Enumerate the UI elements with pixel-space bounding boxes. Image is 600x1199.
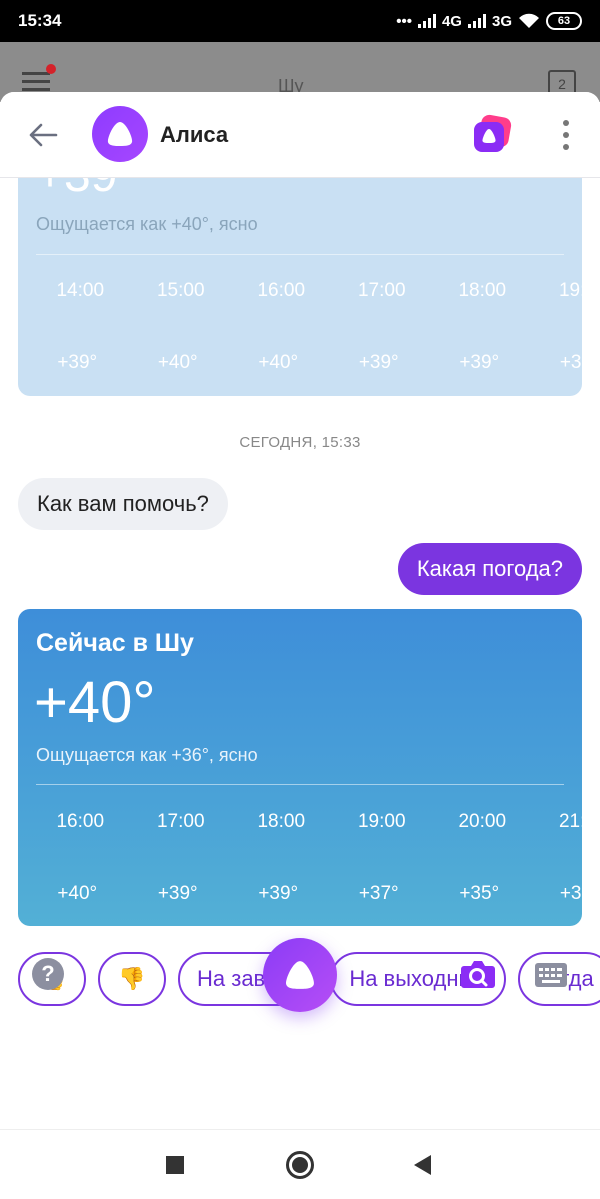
network-4g-label: 4G [441,12,462,30]
user-message-bubble: Какая погода? [397,543,582,595]
card-divider [36,784,564,785]
thumbs-down-icon: 👎 [118,966,146,991]
status-icons: ••• 4G 3G 63 [396,12,582,30]
hour-temp: +35° [559,883,582,904]
temps-row: +40° +39° +39° +37° +35° +35° [27,883,582,905]
status-time: 15:34 [18,11,62,30]
hour-temp: +40° [57,883,98,904]
status-bar: 15:34 ••• 4G 3G 63 [0,0,600,42]
hour-temp: +39° [57,352,98,373]
camera-search-icon[interactable] [460,958,496,990]
wifi-icon [519,13,539,28]
hours-row: 16:00 17:00 18:00 19:00 20:00 21:00 [30,811,582,833]
hour-label: 17:00 [156,811,205,832]
assistant-message-bubble: Как вам помочь? [18,478,228,530]
hour-temp: +39° [358,352,399,373]
hour-temp: +40° [157,352,198,373]
chat-header: Алиса [0,92,600,178]
previous-hours-row: 14:00 15:00 16:00 17:00 18:00 19:00 [30,280,582,302]
signal-icon [417,14,436,28]
date-separator: СЕГОДНЯ, 15:33 [239,434,361,451]
hour-label: 17:00 [357,280,406,301]
hour-temp: +39° [459,352,500,373]
alice-sheet: Алиса +39° Ощущается как +40°, ясно 14:0… [0,92,600,1129]
signal-icon-2 [467,14,486,28]
back-arrow-icon[interactable] [26,118,60,152]
network-3g-label: 3G [491,12,512,30]
hour-label: 16:00 [257,280,306,301]
alice-avatar [92,106,148,162]
weather-card[interactable]: Сейчас в Шу +40° Ощущается как +36°, ясн… [18,609,582,926]
more-options-icon[interactable] [556,120,576,150]
hour-temp: +39° [559,352,582,373]
back-button[interactable] [414,1155,431,1175]
home-button[interactable] [286,1151,314,1179]
alice-logo-icon [107,122,133,146]
hour-label: 20:00 [458,811,507,832]
help-icon[interactable]: ? [32,958,64,990]
notification-dot [46,64,56,74]
hour-label: 14:00 [56,280,105,301]
hour-label: 19:00 [558,280,582,301]
hour-label: 19:00 [357,811,406,832]
hour-label: 18:00 [458,280,507,301]
weather-location: Сейчас в Шу [36,629,194,657]
previous-feels-like: Ощущается как +40°, ясно [36,214,258,234]
hour-label: 16:00 [56,811,105,832]
hour-temp: +35° [459,883,500,904]
thumbs-down-button[interactable]: 👎 [98,952,166,1006]
hour-label: 18:00 [257,811,306,832]
hour-temp: +39° [258,883,299,904]
chat-title: Алиса [160,122,229,147]
notification-dots: ••• [396,12,412,30]
hour-temp: +40° [258,352,299,373]
hour-label: 21:00 [558,811,582,832]
recent-apps-button[interactable] [166,1156,184,1174]
battery-icon: 63 [546,12,582,30]
keyboard-icon[interactable] [534,962,568,988]
smart-devices-icon[interactable] [470,114,514,154]
feels-like-text: Ощущается как +36°, ясно [36,745,258,765]
current-temperature: +40° [34,670,156,735]
alice-logo-icon [286,961,314,989]
previous-temps-row: +39° +40° +40° +39° +39° +39° [27,352,582,374]
hour-temp: +39° [157,883,198,904]
hour-temp: +37° [358,883,399,904]
card-divider [36,254,564,255]
system-navigation-bar [0,1129,600,1199]
alice-voice-button[interactable] [263,938,337,1012]
hour-label: 15:00 [156,280,205,301]
